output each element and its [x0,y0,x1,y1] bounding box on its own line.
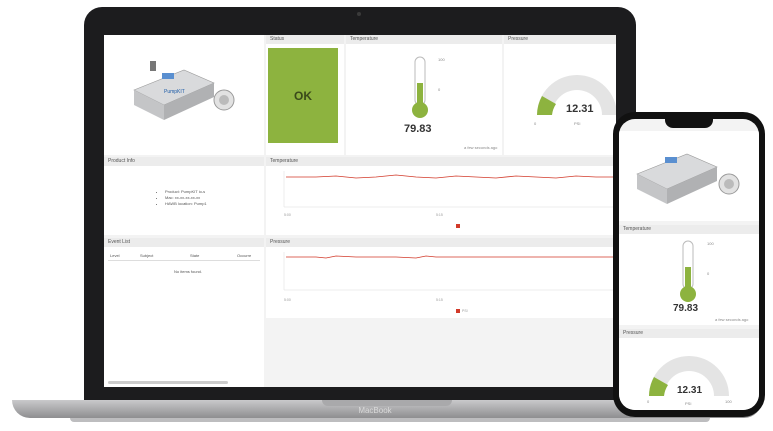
phone-product-image-panel [619,131,759,221]
phone-pressure-max: 100 [725,399,732,404]
phone-frame: Temperature 100 0 79.83 a few seconds ag… [613,112,765,417]
phone-temperature-scale-mid: 0 [707,271,710,276]
temperature-value: 79.83 [404,123,432,135]
temperature-panel: Temperature 100 0 79.83 a few seconds ag… [346,35,502,155]
pressure-legend-label: PSI [462,309,468,313]
column-header-state[interactable]: State [190,253,199,258]
empty-message: No items found. [174,269,203,274]
phone-pressure-title: Pressure [619,329,759,338]
laptop-lid: PumpKIT Status OK Temperature 100 0 79.8… [84,7,636,407]
temperature-scale-mid: 0 [438,87,441,92]
status-panel: Status OK [266,35,344,155]
camera [357,12,361,16]
pressure-series [286,255,616,259]
temperature-chart-xtick-left: 5:00 [284,213,291,217]
product-info-item: HAWB location: Pump1 [165,201,207,207]
product-image-panel: PumpKIT [104,35,264,155]
event-list-title: Event List [104,238,264,247]
horizontal-scrollbar[interactable] [108,381,228,384]
phone-temperature-title: Temperature [619,225,759,234]
column-header-occurred[interactable]: Occurre [237,253,251,258]
pressure-line-chart [283,252,616,291]
product-info-title: Product Info [104,157,264,166]
pressure-panel: Pressure 12.31 0 PSI [504,35,616,155]
column-header-level[interactable]: Level [110,253,120,258]
thermometer-icon [680,240,696,302]
temperature-chart-title: Temperature [266,157,616,166]
temperature-footnote: a few seconds ago [464,145,498,150]
phone-temperature-panel: Temperature 100 0 79.83 a few seconds ag… [619,225,759,325]
temperature-scale-max: 100 [438,57,445,62]
phone-screen: Temperature 100 0 79.83 a few seconds ag… [619,119,759,410]
status-title: Status [266,35,344,44]
phone-notch [665,119,713,128]
phone-pressure-panel: Pressure 12.31 0 PSI 100 [619,329,759,410]
phone-pressure-min: 0 [647,399,650,404]
pressure-min: 0 [534,121,537,126]
dashboard-screen: PumpKIT Status OK Temperature 100 0 79.8… [104,35,616,387]
pressure-chart-title: Pressure [266,238,616,247]
pressure-unit: PSI [574,121,581,126]
status-value: OK [268,48,338,143]
product-image: PumpKIT [133,61,235,120]
phone-pressure-unit: PSI [685,401,692,406]
temperature-legend-marker [456,224,460,228]
product-info-panel: Product Info Product: PumpKIT io-s Mac: … [104,157,264,235]
laptop-brand: MacBook [358,406,392,415]
pressure-chart-xtick-mid: 5:15 [436,298,443,302]
product-image [636,153,740,204]
pressure-chart-xtick-left: 5:00 [284,298,291,302]
column-header-subject[interactable]: Subject [140,253,153,258]
phone-temperature-scale-max: 100 [707,241,714,246]
phone-temperature-footnote: a few seconds ago [715,317,749,322]
phone-pressure-value: 12.31 [677,385,703,396]
temperature-chart-panel: Temperature 5:00 5:15 [266,157,616,235]
table-divider [108,260,260,261]
temperature-title: Temperature [346,35,502,44]
event-list-panel: Event List Level Subject State Occurre N… [104,238,264,387]
thermometer-icon [412,56,428,118]
pressure-chart-panel: Pressure 5:00 5:15 PSI [266,238,616,318]
temperature-line-chart [283,171,616,208]
product-info-list: Product: PumpKIT io-s Mac: xx-xx-xx-xx-x… [159,189,207,207]
temperature-chart-xtick-mid: 5:15 [436,213,443,217]
pressure-value: 12.31 [566,103,594,115]
laptop-bottom [70,418,710,422]
pressure-title: Pressure [504,35,616,44]
temperature-series [286,174,616,179]
pressure-legend-marker [456,309,460,313]
phone-temperature-value: 79.83 [673,303,699,314]
svg-text:PumpKIT: PumpKIT [164,89,185,95]
